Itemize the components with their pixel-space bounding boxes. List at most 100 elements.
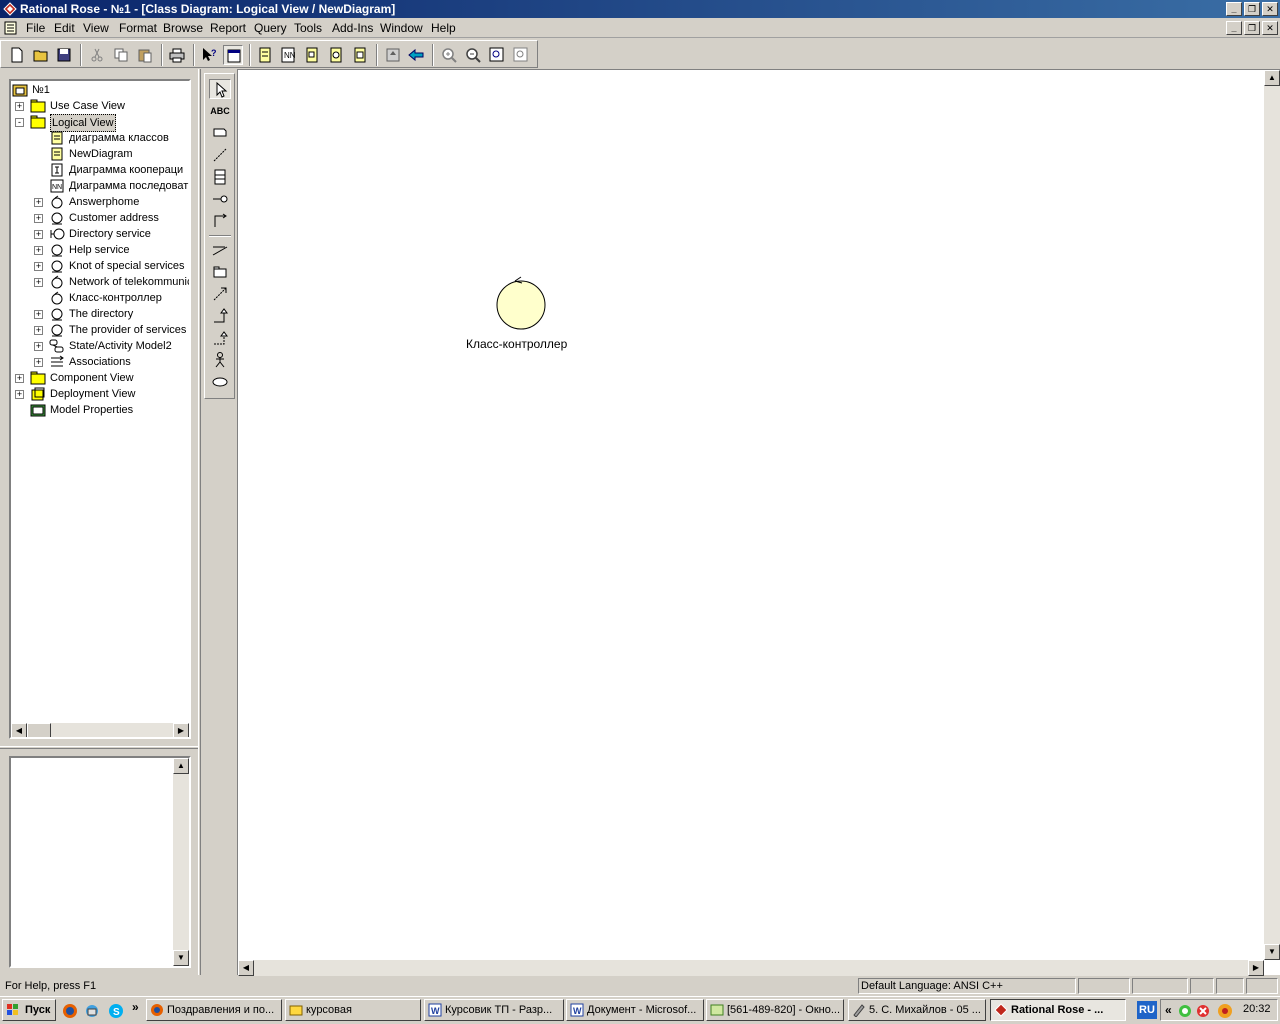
selection-tool[interactable] [209,79,231,99]
note-tool[interactable] [209,123,231,143]
menu-report[interactable]: Report [210,21,246,35]
tree-item[interactable]: + Help service [11,242,189,258]
menu-add-ins[interactable]: Add-Ins [332,21,373,35]
menu-edit[interactable]: Edit [54,21,75,35]
network-quicklaunch-icon[interactable] [84,1003,100,1019]
tree-item[interactable]: Model Properties [11,402,189,418]
zoom-in-button[interactable] [439,45,459,65]
vertical-splitter[interactable] [198,69,201,975]
tree-expander[interactable]: + [34,198,43,207]
doc-vscrollbar[interactable]: ▲ ▼ [173,758,189,966]
aggregation-tool[interactable] [209,240,231,260]
class-tool[interactable] [209,167,231,187]
component-diagram-button[interactable] [302,45,322,65]
class-diagram-button[interactable] [255,45,275,65]
document-window-icon[interactable] [4,21,17,35]
tree-item[interactable]: + Directory service [11,226,189,242]
control-class-label[interactable]: Класс-контроллер [466,337,567,351]
taskbar-task[interactable]: [561-489-820] - Окно... [706,999,844,1021]
new-button[interactable] [7,45,27,65]
menu-browse[interactable]: Browse [163,21,203,35]
hscroll-thumb[interactable] [27,723,51,737]
tree-item[interactable]: + Deployment View [11,386,189,402]
package-tool[interactable] [209,262,231,282]
taskbar-task[interactable]: Rational Rose - ... [990,999,1126,1021]
tree-expander[interactable]: + [34,262,43,271]
tree-item[interactable]: + Answerphome [11,194,189,210]
menu-file[interactable]: File [26,21,45,35]
diagram-canvas[interactable]: Класс-контроллер ▲ ▼ ◀ ▶ [237,69,1280,976]
dependency-tool[interactable] [209,284,231,304]
scroll-down-button[interactable]: ▼ [173,950,189,966]
zoom-out-button[interactable] [463,45,483,65]
taskbar-task[interactable]: Поздравления и по... [146,999,282,1021]
browse-parent-button[interactable] [383,45,403,65]
browser-tree[interactable]: №1 + Use Case View - Logical View диаграмма … [9,79,191,739]
control-class-shape[interactable] [493,273,551,331]
tree-item[interactable]: + Customer address [11,210,189,226]
copy-button[interactable] [111,45,131,65]
canvas-scroll-up-button[interactable]: ▲ [1264,70,1280,86]
tree-expander[interactable]: + [34,230,43,239]
browser-hscrollbar[interactable]: ◀ ▶ [11,723,189,737]
doc-close-button[interactable]: ✕ [1262,21,1278,35]
menu-tools[interactable]: Tools [294,21,322,35]
tree-expander[interactable]: + [34,310,43,319]
association-tool[interactable] [209,211,231,231]
tree-item[interactable]: + Use Case View [11,98,189,114]
menu-view[interactable]: View [83,21,109,35]
tree-item[interactable]: + Component View [11,370,189,386]
restore-button[interactable]: ❐ [1244,2,1260,16]
skype-quicklaunch-icon[interactable]: S [108,1003,124,1019]
pane-splitter[interactable] [0,746,198,749]
tray-expand-button[interactable]: « [1165,1003,1172,1017]
title-bar[interactable]: Rational Rose - №1 - [Class Diagram: Log… [0,0,1280,18]
close-button[interactable]: ✕ [1262,2,1278,16]
tree-expander[interactable]: + [34,358,43,367]
canvas-hscrollbar[interactable]: ◀ ▶ [238,960,1264,976]
text-box-tool[interactable]: ABC [209,101,231,121]
tree-expander[interactable]: + [34,278,43,287]
tree-expander[interactable]: + [15,390,24,399]
canvas-scroll-right-button[interactable]: ▶ [1248,960,1264,976]
start-button[interactable]: Пуск [2,999,56,1021]
realize-tool[interactable] [209,328,231,348]
tray-network-icon[interactable] [1177,1003,1193,1019]
tree-expander[interactable]: + [34,246,43,255]
save-button[interactable] [54,45,74,65]
cut-button[interactable] [87,45,107,65]
open-button[interactable] [31,45,51,65]
tree-item[interactable]: + The provider of services c [11,322,189,338]
tree-item[interactable]: Диаграмма коопераци [11,162,189,178]
canvas-vscrollbar[interactable]: ▲ ▼ [1264,70,1280,960]
canvas-scroll-left-button[interactable]: ◀ [238,960,254,976]
tree-item[interactable]: диаграмма классов [11,130,189,146]
tree-item[interactable]: + The directory [11,306,189,322]
fit-in-window-button[interactable] [487,45,507,65]
tree-expander[interactable]: + [34,342,43,351]
generalization-tool[interactable] [209,306,231,326]
taskbar-task[interactable]: 5. С. Михайлов - 05 ... [848,999,986,1021]
tree-expander[interactable]: + [15,102,24,111]
tree-item[interactable]: + Knot of special services [11,258,189,274]
print-button[interactable] [167,45,187,65]
tree-item[interactable]: NewDiagram [11,146,189,162]
previous-diagram-button[interactable] [406,45,426,65]
interaction-diagram-button[interactable]: NN [278,45,298,65]
actor-tool[interactable] [209,350,231,370]
tray-antivirus-icon[interactable] [1195,1003,1211,1019]
scroll-up-button[interactable]: ▲ [173,758,189,774]
doc-restore-button[interactable]: ❐ [1244,21,1260,35]
quicklaunch-more-button[interactable]: » [132,1000,139,1014]
undo-fit-button[interactable] [511,45,531,65]
tree-expander[interactable]: + [34,214,43,223]
documentation-window[interactable]: ▲ ▼ [9,756,191,968]
taskbar-task[interactable]: W Документ - Microsof... [566,999,704,1021]
tree-expander[interactable]: + [34,326,43,335]
tree-item[interactable]: Класс-контроллер [11,290,189,306]
taskbar-task[interactable]: курсовая [285,999,421,1021]
language-indicator[interactable]: RU [1137,1001,1157,1019]
canvas-scroll-down-button[interactable]: ▼ [1264,944,1280,960]
tree-item[interactable]: + State/Activity Model2 [11,338,189,354]
use-case-tool[interactable] [209,372,231,392]
